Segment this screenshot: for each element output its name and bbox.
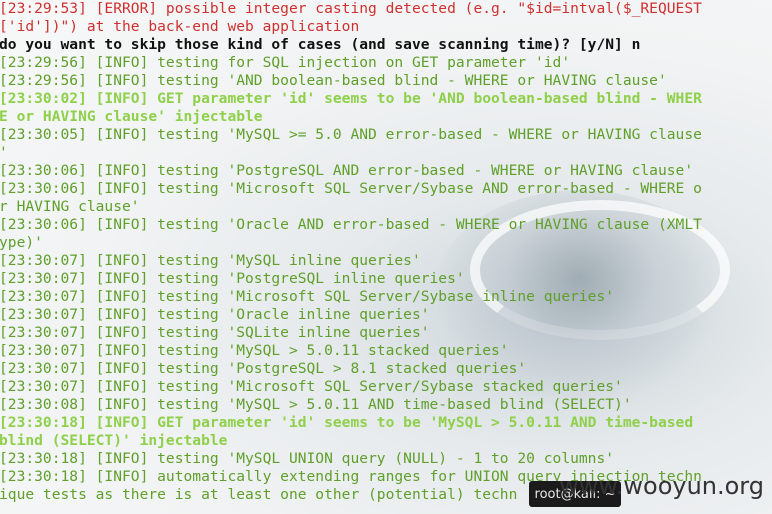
terminal-line: [23:30:06] [INFO] testing 'Microsoft SQL… bbox=[0, 180, 702, 197]
terminal-line: [23:30:02] [INFO] GET parameter 'id' see… bbox=[0, 90, 702, 107]
terminal-line: [23:30:07] [INFO] testing 'PostgreSQL in… bbox=[0, 270, 465, 287]
terminal-line: [23:30:18] [INFO] GET parameter 'id' see… bbox=[0, 414, 694, 431]
terminal-line: r HAVING clause' bbox=[0, 198, 140, 215]
terminal-line: [23:30:06] [INFO] testing 'PostgreSQL AN… bbox=[0, 162, 694, 179]
terminal-line: [23:29:56] [INFO] testing 'AND boolean-b… bbox=[0, 72, 667, 89]
terminal-output[interactable]: [23:29:53] [ERROR] possible integer cast… bbox=[0, 0, 772, 504]
terminal-line: E or HAVING clause' injectable bbox=[0, 108, 263, 125]
terminal-line: [23:30:07] [INFO] testing 'PostgreSQL > … bbox=[0, 360, 527, 377]
terminal-line: [23:29:53] [ERROR] possible integer cast… bbox=[0, 0, 702, 17]
terminal-line: [23:30:07] [INFO] testing 'MySQL > 5.0.1… bbox=[0, 342, 509, 359]
terminal-line: do you want to skip those kind of cases … bbox=[0, 36, 641, 53]
terminal-line: [23:30:07] [INFO] testing 'MySQL inline … bbox=[0, 252, 421, 269]
terminal-line: [23:30:07] [INFO] testing 'SQLite inline… bbox=[0, 324, 430, 341]
terminal-line: [23:30:06] [INFO] testing 'Oracle AND er… bbox=[0, 216, 702, 233]
terminal-line: [23:30:08] [INFO] testing 'MySQL > 5.0.1… bbox=[0, 396, 632, 413]
watermark: www.wooyun.org bbox=[559, 472, 764, 500]
terminal-line: [23:30:05] [INFO] testing 'MySQL >= 5.0 … bbox=[0, 126, 702, 143]
terminal-line: [23:30:07] [INFO] testing 'Oracle inline… bbox=[0, 306, 430, 323]
terminal-line: blind (SELECT)' injectable bbox=[0, 432, 228, 449]
terminal-line: [23:29:56] [INFO] testing for SQL inject… bbox=[0, 54, 571, 71]
terminal-line: [23:30:18] [INFO] testing 'MySQL UNION q… bbox=[0, 450, 615, 467]
terminal-line: [23:30:07] [INFO] testing 'Microsoft SQL… bbox=[0, 378, 623, 395]
terminal-line: ype)' bbox=[0, 234, 43, 251]
terminal-line: ' bbox=[0, 144, 772, 162]
terminal-line: [23:30:07] [INFO] testing 'Microsoft SQL… bbox=[0, 288, 615, 305]
terminal-line: ['id'])") at the back-end web applicatio… bbox=[0, 18, 360, 35]
